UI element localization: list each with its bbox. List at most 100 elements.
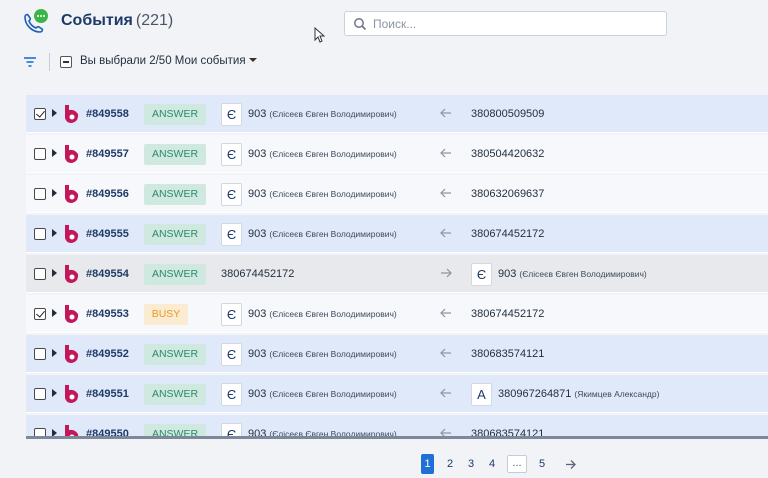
brand-logo-icon — [65, 385, 79, 403]
search-input[interactable] — [373, 15, 658, 32]
event-row[interactable]: #849553 BUSY Є 903 (Єлісеєв Євген Володим… — [26, 295, 768, 332]
status-badge: BUSY — [144, 304, 188, 325]
page-button-4[interactable]: 4 — [486, 454, 498, 474]
contact-avatar: Є — [221, 143, 242, 166]
next-page-icon[interactable] — [565, 459, 577, 470]
row-checkbox[interactable] — [34, 348, 46, 360]
event-id[interactable]: #849556 — [86, 188, 129, 200]
event-id[interactable]: #849557 — [86, 148, 129, 160]
event-row[interactable]: #849554 ANSWER 380674452172 Є 903 (Єлісеє… — [26, 255, 768, 292]
status-badge: ANSWER — [144, 184, 206, 205]
filter-icon[interactable] — [23, 56, 37, 68]
row-divider — [26, 412, 768, 413]
brand-logo-icon — [65, 225, 79, 243]
search-box[interactable] — [344, 11, 667, 36]
header: События (221) — [0, 0, 768, 44]
caller-number: 903 — [248, 108, 267, 120]
callee-number: 380967264871 — [498, 388, 572, 400]
callee-number: 380674452172 — [471, 228, 545, 240]
event-row[interactable]: #849555 ANSWER Є 903 (Єлісеєв Євген Волод… — [26, 215, 768, 252]
event-id[interactable]: #849553 — [86, 308, 129, 320]
caller-name: (Єлісеєв Євген Володимирович) — [269, 149, 397, 159]
horizontal-scrollbar[interactable] — [26, 436, 768, 439]
mouse-cursor-icon — [314, 27, 326, 43]
status-badge: ANSWER — [144, 384, 206, 405]
event-count: (221) — [135, 12, 174, 29]
page-button-5[interactable]: 5 — [536, 454, 548, 474]
callee-number: 380632069637 — [471, 188, 545, 200]
event-id[interactable]: #849555 — [86, 228, 129, 240]
event-row[interactable]: #849557 ANSWER Є 903 (Єлісеєв Євген Волод… — [26, 135, 768, 172]
contact-avatar: Є — [221, 183, 242, 206]
caller-number: 903 — [248, 348, 267, 360]
status-badge: ANSWER — [144, 344, 206, 365]
caller-number: 903 — [248, 308, 267, 320]
row-checkbox[interactable] — [34, 188, 46, 200]
contact-avatar: Є — [471, 263, 492, 286]
callee-number: 380674452172 — [471, 308, 545, 320]
event-row[interactable]: #849556 ANSWER Є 903 (Єлісеєв Євген Волод… — [26, 175, 768, 212]
row-divider — [26, 332, 768, 333]
expand-row-icon[interactable] — [52, 389, 57, 397]
event-id[interactable]: #849558 — [86, 108, 129, 120]
toolbar-divider — [49, 53, 50, 71]
caller-name: (Єлісеєв Євген Володимирович) — [269, 109, 397, 119]
page-button-3[interactable]: 3 — [465, 454, 477, 474]
phone-chat-icon[interactable] — [22, 8, 50, 34]
row-checkbox[interactable] — [34, 308, 46, 320]
event-id[interactable]: #849551 — [86, 388, 129, 400]
caller-name: (Єлісеєв Євген Володимирович) — [269, 389, 397, 399]
row-divider — [26, 132, 768, 133]
caller: 903 (Єлісеєв Євген Володимирович) — [248, 228, 397, 240]
contact-avatar: Є — [221, 103, 242, 126]
contact-avatar: Є — [221, 383, 242, 406]
event-row[interactable]: #849558 ANSWER Є 903 (Єлісеєв Євген Волод… — [26, 95, 768, 132]
select-all-checkbox[interactable] — [60, 56, 72, 68]
page-ellipsis[interactable]: ... — [507, 455, 527, 473]
page-button-2[interactable]: 2 — [444, 454, 456, 474]
brand-logo-icon — [65, 185, 79, 203]
status-badge: ANSWER — [144, 104, 206, 125]
expand-row-icon[interactable] — [52, 309, 57, 317]
arrow-left-icon — [440, 228, 451, 238]
expand-row-icon[interactable] — [52, 149, 57, 157]
expand-row-icon[interactable] — [52, 229, 57, 237]
page-button-1[interactable]: 1 — [421, 454, 434, 474]
caller: 903 (Єлісеєв Євген Володимирович) — [248, 308, 397, 320]
caller-number: 903 — [248, 188, 267, 200]
row-checkbox[interactable] — [34, 228, 46, 240]
arrow-left-icon — [440, 108, 451, 118]
row-checkbox[interactable] — [34, 108, 46, 120]
caller: 903 (Єлісеєв Євген Володимирович) — [248, 188, 397, 200]
brand-logo-icon — [65, 265, 79, 283]
row-checkbox[interactable] — [34, 388, 46, 400]
caller: 903 (Єлісеєв Євген Володимирович) — [248, 108, 397, 120]
row-checkbox[interactable] — [34, 148, 46, 160]
event-row[interactable]: #849552 ANSWER Є 903 (Єлісеєв Євген Волод… — [26, 335, 768, 372]
row-divider — [26, 372, 768, 373]
caller-number: 903 — [248, 148, 267, 160]
arrow-right-icon — [441, 268, 452, 278]
event-id[interactable]: #849552 — [86, 348, 129, 360]
brand-logo-icon — [65, 305, 79, 323]
callee: 903 (Єлісеєв Євген Володимирович) — [498, 268, 647, 280]
expand-row-icon[interactable] — [52, 269, 57, 277]
callee-number: 380683574121 — [471, 348, 545, 360]
selection-dropdown[interactable]: Вы выбрали 2/50 Мои события — [80, 55, 257, 67]
callee-name: (Якимцев Александр) — [574, 389, 660, 399]
expand-row-icon[interactable] — [52, 109, 57, 117]
caller-name: (Єлісеєв Євген Володимирович) — [269, 189, 397, 199]
status-badge: ANSWER — [144, 224, 206, 245]
caller: 903 (Єлісеєв Євген Володимирович) — [248, 388, 397, 400]
contact-avatar: Є — [221, 303, 242, 326]
event-id[interactable]: #849554 — [86, 268, 129, 280]
page-title: События (221) — [61, 12, 173, 30]
expand-row-icon[interactable] — [52, 349, 57, 357]
row-checkbox[interactable] — [34, 268, 46, 280]
event-row[interactable]: #849551 ANSWER Є 903 (Єлісеєв Євген Волод… — [26, 375, 768, 412]
expand-row-icon[interactable] — [52, 189, 57, 197]
arrow-left-icon — [440, 388, 451, 398]
row-divider — [26, 212, 768, 213]
callee: 380967264871 (Якимцев Александр) — [498, 388, 659, 400]
caret-down-icon — [248, 58, 257, 62]
